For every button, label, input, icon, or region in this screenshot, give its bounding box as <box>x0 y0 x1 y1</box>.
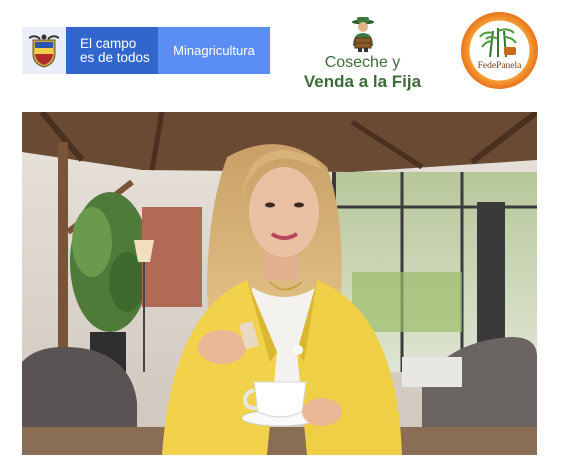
fedepanela-label: FedePanela <box>477 61 522 71</box>
gov-slogan-line2: es de todos <box>80 49 150 65</box>
fedepanela-ring <box>461 12 538 89</box>
gov-slogan: El campo es de todos <box>66 27 158 74</box>
woman-with-coffee-cup-photo <box>22 112 537 455</box>
gov-slogan-line1: El campo <box>80 35 137 51</box>
campaign-line1: Coseche y <box>324 54 401 71</box>
campaign-line2: Venda a la Fija <box>303 72 422 91</box>
fedepanela-logo[interactable]: FedePanela <box>460 11 539 90</box>
ministry-name: Minagricultura <box>158 27 270 74</box>
colombia-shield-icon <box>22 27 66 74</box>
farmer-icon <box>351 17 374 52</box>
coseche-y-venda-logo[interactable]: Coseche y Venda a la Fija <box>290 16 435 94</box>
photo-illustration <box>22 112 537 455</box>
gov-logo-el-campo-es-de-todos[interactable]: El campo es de todos Minagricultura <box>22 27 270 74</box>
